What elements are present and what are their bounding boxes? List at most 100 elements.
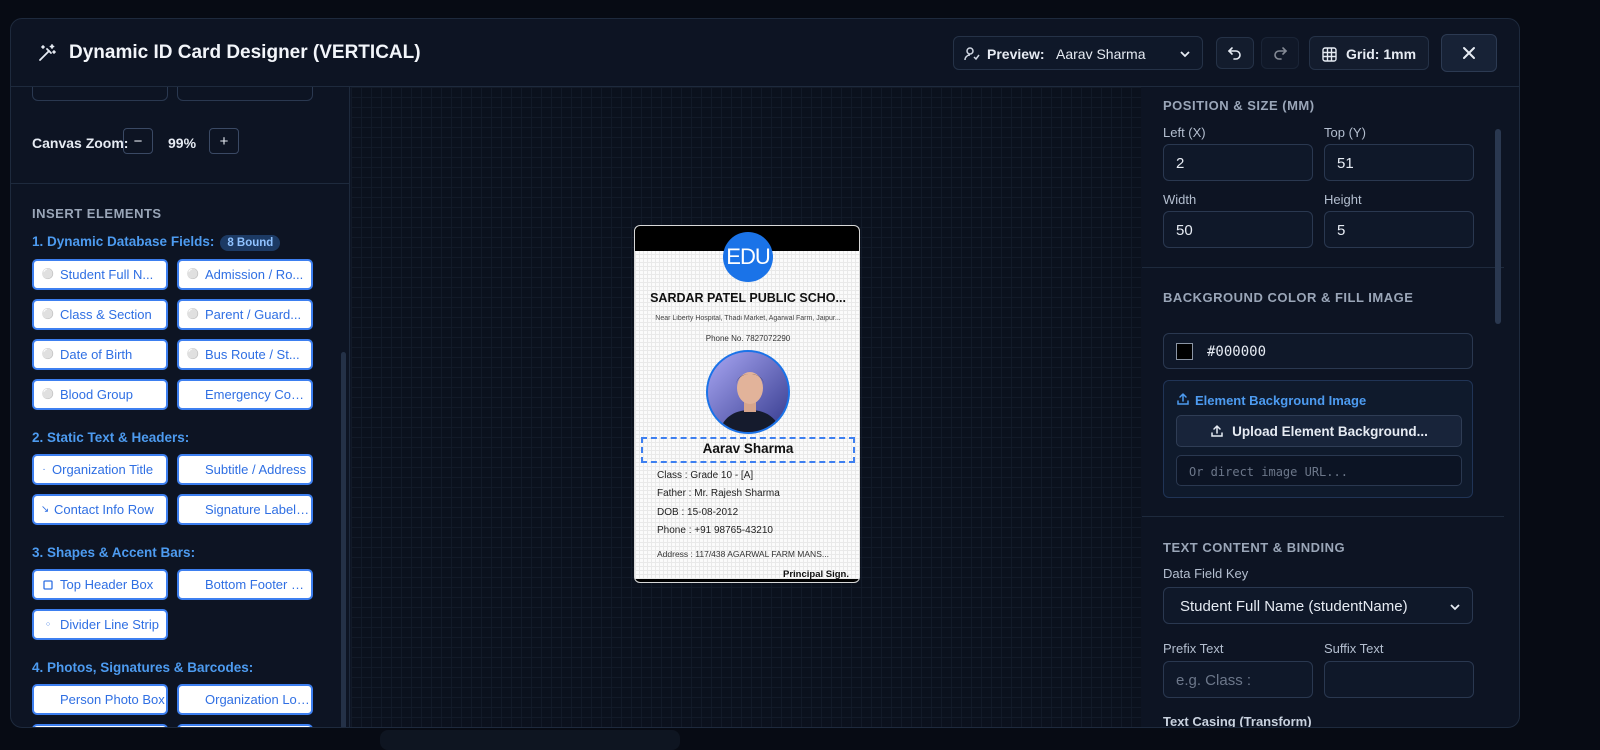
data-field-key-value: Student Full Name (studentName) <box>1180 598 1408 615</box>
width-input[interactable]: 50 <box>1163 211 1313 248</box>
cut-off-input-1[interactable] <box>32 87 168 101</box>
designer-modal: Dynamic ID Card Designer (VERTICAL) Prev… <box>10 18 1520 728</box>
chip-label: Subtitle / Address <box>205 462 307 477</box>
image-url-input[interactable]: Or direct image URL... <box>1176 455 1462 486</box>
redo-icon <box>1274 47 1288 60</box>
upload-background-button[interactable]: Upload Element Background... <box>1176 415 1462 447</box>
card-school-name[interactable]: SARDAR PATEL PUBLIC SCHO... <box>641 291 855 305</box>
person-icon: ⚪ <box>186 349 200 360</box>
data-field-key-label: Data Field Key <box>1163 566 1249 581</box>
undo-icon <box>1227 47 1241 60</box>
background-element <box>380 730 680 750</box>
card-bottom-footer-bar[interactable] <box>635 579 859 582</box>
left-panel: Canvas Zoom: − 99% + INSERT ELEMENTS 1. … <box>11 87 350 727</box>
insert-bottom-footer-button[interactable]: Bottom Footer Bar <box>177 569 313 600</box>
person-icon: ⚪ <box>186 309 200 320</box>
insert-org-logo-button[interactable]: Organization Logo <box>177 684 313 715</box>
height-label: Height <box>1324 192 1362 207</box>
insert-admission-button[interactable]: ⚪ Admission / Ro... <box>177 259 313 290</box>
insert-parent-button[interactable]: ⚪ Parent / Guard... <box>177 299 313 330</box>
student-photo[interactable] <box>706 350 790 434</box>
chip-label: Parent / Guard... <box>205 307 302 322</box>
chip-label: Student Full N... <box>60 267 154 282</box>
modal-header: Dynamic ID Card Designer (VERTICAL) Prev… <box>11 19 1519 87</box>
cut-off-input-2[interactable] <box>177 87 313 101</box>
card-phone-line[interactable]: Phone : +91 98765-43210 <box>657 525 773 536</box>
top-y-input[interactable]: 51 <box>1324 144 1474 181</box>
group-title: 1. Dynamic Database Fields: <box>32 234 215 249</box>
person-icon: ⚪ <box>41 389 55 400</box>
bound-count-badge: 8 Bound <box>220 235 281 251</box>
chip-label: Class & Section <box>60 307 152 322</box>
grid-toggle-button[interactable]: Grid: 1mm <box>1309 36 1429 70</box>
insert-photo-box-button[interactable]: Person Photo Box <box>32 684 168 715</box>
insert-blood-group-button[interactable]: ⚪ Blood Group <box>32 379 168 410</box>
color-hex-value: #000000 <box>1207 344 1267 360</box>
data-field-key-select[interactable]: Student Full Name (studentName) <box>1163 587 1473 624</box>
card-address-line[interactable]: Address : 117/438 AGARWAL FARM MANS... <box>657 549 853 559</box>
chevron-down-icon <box>1450 604 1460 611</box>
zoom-out-button[interactable]: − <box>123 128 153 154</box>
close-icon <box>1463 47 1475 59</box>
left-x-label: Left (X) <box>1163 125 1206 140</box>
card-school-phone[interactable]: Phone No. 7827072290 <box>645 334 851 343</box>
zoom-in-button[interactable]: + <box>209 128 239 154</box>
chip-label: Top Header Box <box>60 577 154 592</box>
insert-barcode-button[interactable] <box>177 724 313 727</box>
text-icon: · <box>42 464 46 475</box>
insert-org-title-button[interactable]: · Organization Title <box>32 454 168 485</box>
insert-student-name-button[interactable]: ⚪ Student Full N... <box>32 259 168 290</box>
chip-label: Blood Group <box>60 387 133 402</box>
organization-logo[interactable]: EDU <box>723 232 773 282</box>
close-button[interactable] <box>1441 34 1497 72</box>
top-y-label: Top (Y) <box>1324 125 1366 140</box>
insert-dob-button[interactable]: ⚪ Date of Birth <box>32 339 168 370</box>
prefix-input[interactable]: e.g. Class : <box>1163 661 1313 698</box>
design-canvas[interactable]: EDU SARDAR PATEL PUBLIC SCHO... Near Lib… <box>351 87 1141 727</box>
height-input[interactable]: 5 <box>1324 211 1474 248</box>
dot-icon: ○ <box>45 621 51 628</box>
group-shapes-heading: 3. Shapes & Accent Bars: <box>32 545 196 560</box>
background-color-input[interactable]: #000000 <box>1163 333 1473 369</box>
insert-elements-heading: INSERT ELEMENTS <box>32 206 162 221</box>
chevron-down-icon <box>1180 51 1190 58</box>
preview-value: Aarav Sharma <box>1056 46 1146 62</box>
redo-button[interactable] <box>1261 37 1299 69</box>
chip-label: Contact Info Row <box>54 502 154 517</box>
insert-contact-row-button[interactable]: ↘ Contact Info Row <box>32 494 168 525</box>
modal-title: Dynamic ID Card Designer (VERTICAL) <box>69 42 421 63</box>
suffix-input[interactable] <box>1324 661 1474 698</box>
left-x-input[interactable]: 2 <box>1163 144 1313 181</box>
insert-signature-button[interactable] <box>32 724 168 727</box>
insert-subtitle-button[interactable]: Subtitle / Address <box>177 454 313 485</box>
insert-signature-label-button[interactable]: Signature Label (Te <box>177 494 313 525</box>
card-class-line[interactable]: Class : Grade 10 - [A] <box>657 470 753 481</box>
chip-label: Date of Birth <box>60 347 133 362</box>
insert-divider-button[interactable]: ○ Divider Line Strip <box>32 609 168 640</box>
canvas-zoom-control: Canvas Zoom: − 99% + <box>32 127 332 159</box>
chip-label: Organization Title <box>52 462 154 477</box>
chip-label: Bottom Footer Bar <box>205 577 311 592</box>
prefix-placeholder: e.g. Class : <box>1176 672 1252 689</box>
width-label: Width <box>1163 192 1197 207</box>
upload-icon <box>1177 392 1189 405</box>
insert-class-section-button[interactable]: ⚪ Class & Section <box>32 299 168 330</box>
preview-label: Preview: <box>987 46 1045 62</box>
text-casing-label: Text Casing (Transform) <box>1163 714 1312 728</box>
card-student-name[interactable]: Aarav Sharma <box>641 441 855 456</box>
insert-bus-route-button[interactable]: ⚪ Bus Route / St... <box>177 339 313 370</box>
card-school-address[interactable]: Near Liberty Hospital, Thadi Market, Aga… <box>645 315 851 322</box>
insert-emergency-button[interactable]: Emergency Cont... <box>177 379 313 410</box>
card-dob-line[interactable]: DOB : 15-08-2012 <box>657 507 738 518</box>
person-icon: ⚪ <box>41 309 55 320</box>
left-scrollbar[interactable] <box>341 352 346 727</box>
background-heading: BACKGROUND COLOR & FILL IMAGE <box>1163 290 1414 305</box>
insert-top-header-button[interactable]: Top Header Box <box>32 569 168 600</box>
preview-selector[interactable]: Preview: Aarav Sharma <box>953 36 1203 70</box>
properties-panel: POSITION & SIZE (MM) Left (X) Top (Y) 2 … <box>1142 87 1519 728</box>
right-scrollbar[interactable] <box>1495 129 1501 324</box>
undo-button[interactable] <box>1216 37 1254 69</box>
id-card-preview[interactable]: EDU SARDAR PATEL PUBLIC SCHO... Near Lib… <box>634 225 860 583</box>
color-swatch[interactable] <box>1176 343 1193 360</box>
card-father-line[interactable]: Father : Mr. Rajesh Sharma <box>657 488 780 499</box>
